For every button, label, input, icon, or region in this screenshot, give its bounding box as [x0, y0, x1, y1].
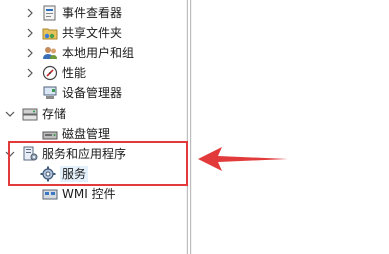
tree-item-label: WMI 控件	[62, 187, 116, 201]
console-tree: 事件查看器 共享文件夹 本地用户和组 性能 设备管理器 存储 磁盘管理 服务和应…	[0, 0, 186, 254]
tree-item-device-manager[interactable]: 设备管理器	[42, 83, 122, 103]
tree-item-local-users[interactable]: 本地用户和组	[24, 43, 134, 63]
chevron-down-icon[interactable]	[4, 108, 16, 120]
wmi-control-icon	[42, 186, 58, 202]
chevron-right-icon[interactable]	[24, 67, 36, 79]
performance-icon	[42, 65, 58, 81]
storage-icon	[22, 106, 38, 122]
disk-management-icon	[42, 126, 58, 142]
shared-folders-icon	[42, 25, 58, 41]
event-viewer-icon	[42, 5, 58, 21]
tree-item-label: 性能	[62, 66, 87, 80]
tree-item-label: 共享文件夹	[62, 26, 123, 40]
device-manager-icon	[42, 85, 58, 101]
chevron-right-icon[interactable]	[24, 27, 36, 39]
annotation-arrow-icon	[198, 147, 288, 171]
tree-item-label: 本地用户和组	[62, 46, 135, 60]
tree-item-event-viewer[interactable]: 事件查看器	[24, 3, 122, 23]
chevron-right-icon[interactable]	[24, 7, 36, 19]
details-pane	[192, 0, 389, 254]
tree-item-label: 事件查看器	[62, 6, 123, 20]
tree-item-performance[interactable]: 性能	[24, 63, 86, 83]
tree-item-storage[interactable]: 存储	[4, 104, 66, 124]
tree-item-wmi-control[interactable]: WMI 控件	[42, 184, 116, 204]
local-users-icon	[42, 45, 58, 61]
tree-item-shared-folders[interactable]: 共享文件夹	[24, 23, 122, 43]
tree-item-label: 存储	[42, 107, 67, 121]
tree-item-label: 磁盘管理	[62, 127, 111, 141]
chevron-right-icon[interactable]	[24, 47, 36, 59]
annotation-highlight-box	[8, 141, 188, 186]
tree-item-label: 设备管理器	[62, 86, 123, 100]
